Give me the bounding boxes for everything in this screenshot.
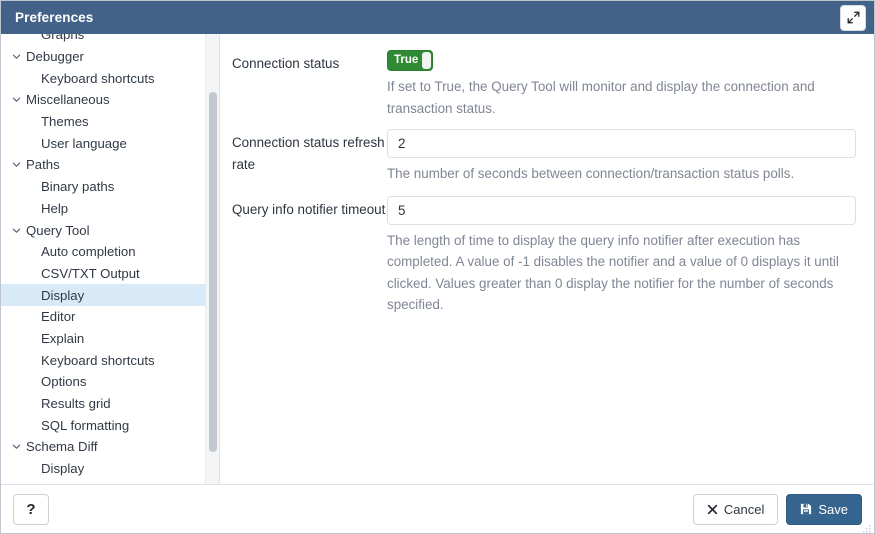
sidebar-item-schema-diff[interactable]: Schema Diff — [1, 436, 219, 458]
sidebar-item-label: Binary paths — [41, 179, 114, 194]
label-query-info-notifier: Query info notifier timeout — [232, 196, 387, 221]
sidebar-item-help[interactable]: Help — [1, 198, 219, 220]
toggle-knob — [422, 52, 431, 69]
sidebar-item-label: Display — [41, 288, 84, 303]
refresh-rate-input[interactable] — [387, 129, 856, 158]
sidebar-scrollbar-thumb[interactable] — [209, 92, 217, 452]
sidebar-item-label: Keyboard shortcuts — [41, 353, 155, 368]
sidebar-item-debugger[interactable]: Debugger — [1, 46, 219, 68]
connection-status-toggle[interactable]: True — [387, 50, 433, 71]
floppy-save-icon — [800, 503, 812, 515]
expand-icon — [847, 11, 860, 24]
sidebar-item-keyboard-shortcuts[interactable]: Keyboard shortcuts — [1, 349, 219, 371]
sidebar-item-label: Query Tool — [26, 223, 90, 238]
sidebar-item-label: Miscellaneous — [26, 92, 110, 107]
maximize-button[interactable] — [840, 5, 866, 31]
help-refresh-rate: The number of seconds between connection… — [387, 163, 856, 185]
chevron-down-icon[interactable] — [9, 441, 23, 452]
sidebar-item-label: Themes — [41, 114, 89, 129]
cancel-button[interactable]: Cancel — [693, 494, 778, 525]
help-button[interactable]: ? — [13, 494, 49, 525]
sidebar-item-themes[interactable]: Themes — [1, 111, 219, 133]
preferences-content: Connection status True If set to True, t… — [220, 34, 874, 484]
sidebar-item-label: Keyboard shortcuts — [41, 71, 155, 86]
cancel-button-label: Cancel — [724, 502, 764, 517]
preferences-tree[interactable]: Graphs Debugger Keyboard shortcuts Miscella… — [1, 34, 220, 484]
close-x-icon — [707, 504, 718, 515]
sidebar-item-label: SQL formatting — [41, 418, 129, 433]
field-connection-status: Connection status True If set to True, t… — [232, 50, 856, 119]
sidebar-item-label: Results grid — [41, 396, 111, 411]
sidebar-item-csv-txt-output[interactable]: CSV/TXT Output — [1, 263, 219, 285]
chevron-down-icon[interactable] — [9, 94, 23, 105]
sidebar-item-auto-completion[interactable]: Auto completion — [1, 241, 219, 263]
sidebar-item-label: Graphs — [41, 34, 84, 42]
save-button[interactable]: Save — [786, 494, 862, 525]
sidebar-item-miscellaneous[interactable]: Miscellaneous — [1, 89, 219, 111]
sidebar-item-label: Schema Diff — [26, 439, 98, 454]
sidebar-item-label: User language — [41, 136, 127, 151]
question-mark-icon: ? — [26, 501, 35, 518]
sidebar-item-label: Options — [41, 374, 86, 389]
sidebar-item-label: Paths — [26, 157, 60, 172]
help-connection-status: If set to True, the Query Tool will moni… — [387, 76, 856, 119]
sidebar-item-sql-formatting[interactable]: SQL formatting — [1, 414, 219, 436]
sidebar-item-label: Display — [41, 461, 84, 476]
sidebar-item-label: Editor — [41, 309, 75, 324]
dialog-title: Preferences — [15, 10, 840, 25]
save-button-label: Save — [818, 502, 848, 517]
sidebar-item-display[interactable]: Display — [1, 284, 219, 306]
connection-status-toggle-label: True — [388, 51, 418, 70]
sidebar-item-graphs[interactable]: Graphs — [1, 34, 219, 46]
sidebar-item-label: Auto completion — [41, 244, 136, 259]
sidebar-item-results-grid[interactable]: Results grid — [1, 393, 219, 415]
dialog-body: Graphs Debugger Keyboard shortcuts Miscella… — [1, 34, 874, 485]
field-query-info-notifier: Query info notifier timeout The length o… — [232, 196, 856, 316]
sidebar-item-paths[interactable]: Paths — [1, 154, 219, 176]
sidebar-item-keyboard-shortcuts[interactable]: Keyboard shortcuts — [1, 67, 219, 89]
sidebar-item-user-language[interactable]: User language — [1, 132, 219, 154]
dialog-footer: ? Cancel Save — [1, 485, 874, 533]
sidebar-item-label: Debugger — [26, 49, 84, 64]
content-scrollbar-track[interactable] — [865, 34, 874, 484]
preferences-dialog: Preferences Graphs Debugger Keyboard short… — [0, 0, 875, 534]
sidebar-item-label: CSV/TXT Output — [41, 266, 140, 281]
chevron-down-icon[interactable] — [9, 159, 23, 170]
field-refresh-rate: Connection status refresh rate The numbe… — [232, 129, 856, 185]
help-query-info-notifier: The length of time to display the query … — [387, 230, 856, 316]
label-refresh-rate: Connection status refresh rate — [232, 129, 387, 175]
label-connection-status: Connection status — [232, 50, 387, 74]
resize-grip[interactable] — [862, 521, 872, 531]
dialog-titlebar: Preferences — [1, 1, 874, 34]
sidebar-item-display[interactable]: Display — [1, 458, 219, 480]
chevron-down-icon[interactable] — [9, 225, 23, 236]
query-info-notifier-input[interactable] — [387, 196, 856, 225]
sidebar-item-options[interactable]: Options — [1, 371, 219, 393]
sidebar-item-label: Help — [41, 201, 68, 216]
sidebar-item-binary-paths[interactable]: Binary paths — [1, 176, 219, 198]
sidebar-scrollbar-track[interactable] — [205, 34, 219, 484]
sidebar-item-editor[interactable]: Editor — [1, 306, 219, 328]
sidebar-item-explain[interactable]: Explain — [1, 328, 219, 350]
sidebar-item-label: Explain — [41, 331, 84, 346]
sidebar-item-query-tool[interactable]: Query Tool — [1, 219, 219, 241]
chevron-down-icon[interactable] — [9, 51, 23, 62]
